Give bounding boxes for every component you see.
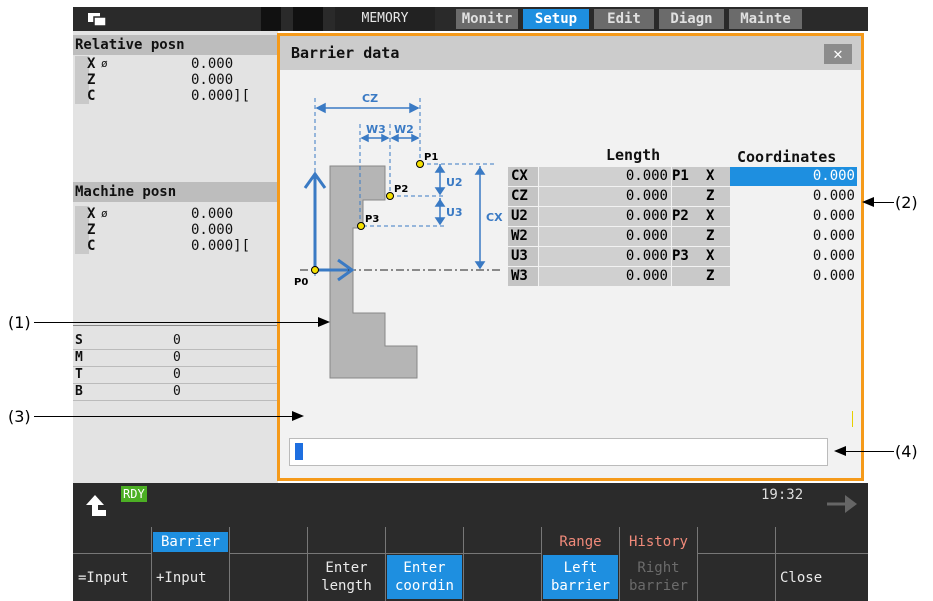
- data-input-field[interactable]: [289, 438, 828, 466]
- p0-label: P0: [294, 277, 308, 288]
- callout-2: (2): [895, 193, 918, 212]
- axis-row: X ø 0.000: [73, 206, 278, 222]
- callout-1-line: [34, 322, 324, 323]
- w2-length-value[interactable]: 0.000: [539, 227, 671, 246]
- table-row: CX 0.000 P1 X 0.000: [508, 167, 858, 186]
- table-row: CZ 0.000 Z 0.000: [508, 187, 858, 206]
- p1-z-coordinate-value[interactable]: 0.000: [730, 187, 857, 206]
- mode-label: MEMORY: [335, 7, 435, 31]
- fkey-enter-length[interactable]: Enter length: [307, 523, 385, 601]
- callout-1: (1): [8, 313, 31, 332]
- fkey-empty-6[interactable]: [463, 523, 541, 601]
- cz-length-value[interactable]: 0.000: [539, 187, 671, 206]
- cz-dim-label: CZ: [362, 92, 378, 105]
- w3-length-value[interactable]: 0.000: [539, 267, 671, 286]
- p2-x-coordinate-value[interactable]: 0.000: [730, 207, 857, 226]
- fkey-right-barrier[interactable]: History Right barrier: [619, 523, 697, 601]
- fkey-enter-coordin[interactable]: Enter coordin: [385, 523, 463, 601]
- p1-label: P1: [424, 152, 438, 163]
- input-cursor: [295, 443, 303, 460]
- table-row: W2 0.000 Z 0.000: [508, 227, 858, 246]
- barrier-diagram: CZ W3 W2 U2 U3 CX P0 P1 P2 P3: [294, 92, 503, 379]
- length-column-header: Length: [606, 146, 661, 164]
- axis-row: Z 0.000: [73, 72, 278, 88]
- table-row: W3 0.000 Z 0.000: [508, 267, 858, 286]
- tool-row: T 0: [73, 367, 278, 384]
- axis-row: X ø 0.000: [73, 56, 278, 72]
- u3-dim-label: U3: [446, 206, 463, 219]
- p2-z-coordinate-value[interactable]: 0.000: [730, 227, 857, 246]
- p3-z-coordinate-value[interactable]: 0.000: [730, 267, 857, 286]
- callout-4-line: [842, 451, 894, 452]
- relative-posn-title: Relative posn: [73, 35, 280, 55]
- tab-diagn[interactable]: Diagn: [659, 9, 724, 29]
- table-row: U2 0.000 P2 X 0.000: [508, 207, 858, 226]
- callout-3-arrowhead: [292, 411, 304, 421]
- divider: [73, 325, 278, 326]
- window-icon: [85, 7, 111, 31]
- machine-posn-title: Machine posn: [73, 182, 280, 202]
- fkey-empty-3[interactable]: [229, 523, 307, 601]
- callout-3-line: [34, 416, 296, 417]
- fkey-close[interactable]: Close: [775, 523, 868, 601]
- callout-2-arrowhead: [862, 197, 874, 207]
- dialog-title: Barrier data: [291, 44, 400, 62]
- axis-row: C 0.000][: [73, 238, 278, 254]
- range-label: Range: [559, 534, 602, 550]
- message-caret: [852, 411, 853, 427]
- fkey-equal-input[interactable]: =Input: [73, 523, 151, 601]
- tab-monitr[interactable]: Monitr: [456, 9, 518, 29]
- status-bar: RDY 19:32: [73, 483, 868, 523]
- coordinates-column-header: Coordinates: [737, 148, 837, 166]
- p1-x-coordinate-value[interactable]: 0.000: [730, 167, 857, 186]
- dialog-title-bar: Barrier data ✕: [280, 36, 861, 70]
- p3-x-coordinate-value[interactable]: 0.000: [730, 247, 857, 266]
- fkey-left-barrier[interactable]: Range Left barrier: [541, 523, 619, 601]
- tab-setup[interactable]: Setup: [523, 9, 589, 29]
- barrier-data-dialog: Barrier data ✕ CZ W3 W2 U2 U3 CX P0 P1 P…: [277, 33, 864, 481]
- barrier-label: Barrier: [153, 532, 228, 552]
- b-code-row: B 0: [73, 384, 278, 401]
- fkey-empty-9[interactable]: [697, 523, 775, 601]
- close-icon[interactable]: ✕: [824, 44, 852, 64]
- p3-label: P3: [365, 214, 379, 225]
- status-cell: [293, 7, 323, 31]
- tab-mainte[interactable]: Mainte: [729, 9, 802, 29]
- next-menu-arrow-icon[interactable]: [825, 493, 859, 515]
- status-cell: [261, 7, 281, 31]
- ready-indicator: RDY: [121, 486, 147, 502]
- m-code-row: M 0: [73, 350, 278, 367]
- callout-4: (4): [895, 442, 918, 461]
- w3-dim-label: W3: [366, 123, 386, 136]
- tab-edit[interactable]: Edit: [594, 9, 654, 29]
- u3-length-value[interactable]: 0.000: [539, 247, 671, 266]
- u2-dim-label: U2: [446, 176, 463, 189]
- clock: 19:32: [761, 487, 804, 503]
- history-label: History: [628, 534, 688, 550]
- fkey-plus-input[interactable]: Barrier +Input: [151, 523, 229, 601]
- callout-3: (3): [8, 407, 31, 426]
- table-row: U3 0.000 P3 X 0.000: [508, 247, 858, 266]
- workpiece-shape: [329, 165, 418, 379]
- callout-1-arrowhead: [318, 317, 330, 327]
- w2-dim-label: W2: [394, 123, 414, 136]
- top-status-bar: MEMORY Monitr Setup Edit Diagn Mainte: [73, 7, 868, 31]
- return-up-icon[interactable]: [81, 492, 109, 518]
- cx-length-value[interactable]: 0.000: [539, 167, 671, 186]
- u2-length-value[interactable]: 0.000: [539, 207, 671, 226]
- callout-4-arrowhead: [834, 446, 846, 456]
- p2-label: P2: [394, 184, 408, 195]
- axis-row: C 0.000][: [73, 88, 278, 104]
- function-key-bar: =Input Barrier +Input Enter length Enter…: [73, 523, 868, 601]
- spindle-row: S 0: [73, 333, 278, 350]
- cx-dim-label: CX: [486, 211, 503, 224]
- axis-row: Z 0.000: [73, 222, 278, 238]
